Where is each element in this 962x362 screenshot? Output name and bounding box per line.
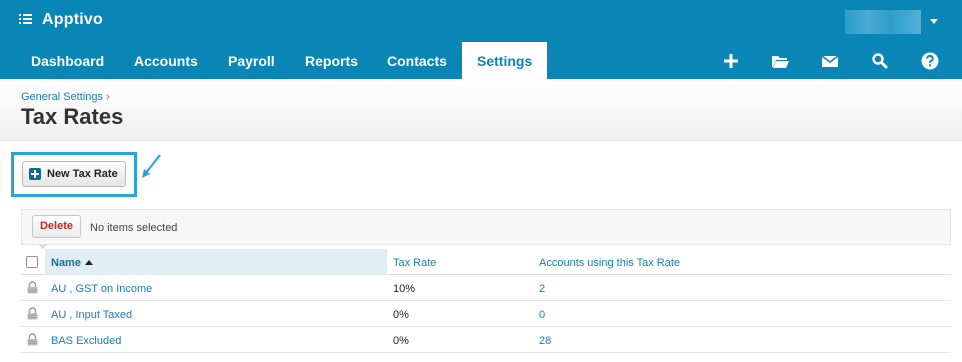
breadcrumb[interactable]: General Settings › <box>21 91 110 103</box>
select-all-checkbox[interactable] <box>26 256 38 268</box>
folder-icon[interactable] <box>770 51 790 71</box>
lock-icon <box>27 281 38 294</box>
tax-rates-table: Name Tax Rate Accounts using this Tax Ra… <box>21 249 951 353</box>
column-header-name[interactable]: Name <box>51 257 93 269</box>
tax-rate-value: 0% <box>393 309 409 321</box>
table-row: BAS Excluded 0% 28 <box>21 327 951 353</box>
table-header: Name Tax Rate Accounts using this Tax Ra… <box>21 249 951 275</box>
lock-icon <box>27 307 38 320</box>
selection-status: No items selected <box>90 222 178 234</box>
list-toolbar: Delete No items selected <box>21 209 951 249</box>
nav-dashboard[interactable]: Dashboard <box>31 42 104 79</box>
tax-rate-value: 0% <box>393 335 409 347</box>
breadcrumb-separator: › <box>105 91 110 103</box>
nav-payroll[interactable]: Payroll <box>228 42 275 79</box>
nav-settings[interactable]: Settings <box>462 42 548 79</box>
column-header-accounts[interactable]: Accounts using this Tax Rate <box>539 257 680 269</box>
pointer-arrow-icon <box>142 154 161 178</box>
new-tax-rate-button[interactable]: New Tax Rate <box>22 161 126 187</box>
tax-rate-name[interactable]: BAS Excluded <box>51 335 121 347</box>
user-menu-caret-icon[interactable] <box>930 19 938 24</box>
help-icon[interactable] <box>920 51 940 71</box>
main-nav: Dashboard Accounts Payroll Reports Conta… <box>0 42 962 79</box>
nav-contacts[interactable]: Contacts <box>387 42 447 79</box>
mail-icon[interactable] <box>820 51 840 71</box>
tax-rate-value: 10% <box>393 283 416 295</box>
nav-reports[interactable]: Reports <box>305 42 358 79</box>
plus-icon[interactable] <box>721 51 741 71</box>
table-row: AU , Input Taxed 0% 0 <box>21 301 951 327</box>
search-icon[interactable] <box>870 51 890 71</box>
table-row: AU , GST on Income 10% 2 <box>21 275 951 301</box>
sorted-column-highlight <box>45 249 387 275</box>
top-bar: Apptivo <box>0 0 962 42</box>
accounts-count[interactable]: 0 <box>539 309 545 321</box>
add-icon <box>29 168 41 180</box>
delete-button[interactable]: Delete <box>32 215 81 238</box>
tax-rate-name[interactable]: AU , Input Taxed <box>51 309 132 321</box>
breadcrumb-general-settings[interactable]: General Settings <box>21 91 103 103</box>
sort-ascending-icon <box>84 260 93 265</box>
app-menu-icon[interactable] <box>19 13 32 25</box>
accounts-count[interactable]: 2 <box>539 283 545 295</box>
column-header-tax-rate[interactable]: Tax Rate <box>393 257 436 269</box>
app-title[interactable]: Apptivo <box>42 11 103 29</box>
column-header-name-label: Name <box>51 257 81 269</box>
lock-icon <box>27 333 38 346</box>
tax-rate-name[interactable]: AU , GST on Income <box>51 283 152 295</box>
nav-accounts[interactable]: Accounts <box>134 42 198 79</box>
page-header: General Settings › Tax Rates <box>0 79 962 141</box>
page-title: Tax Rates <box>21 104 124 129</box>
accounts-count[interactable]: 28 <box>539 335 551 347</box>
user-avatar[interactable] <box>845 10 921 34</box>
new-tax-rate-label: New Tax Rate <box>47 168 118 180</box>
